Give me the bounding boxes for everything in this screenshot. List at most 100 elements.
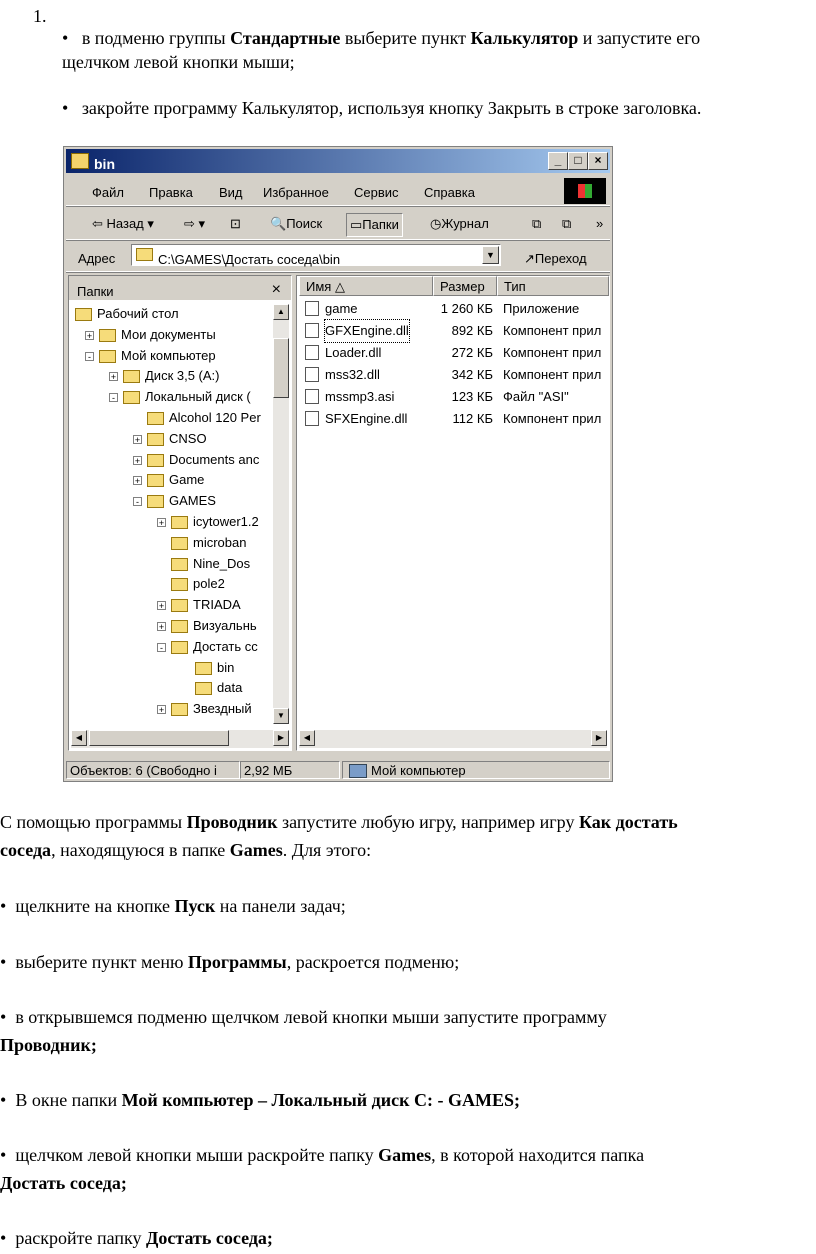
bold-run: Пуск bbox=[174, 896, 216, 916]
file-icon bbox=[305, 345, 319, 360]
move-to-icon[interactable]: ⧉ bbox=[532, 213, 541, 235]
maximize-button[interactable]: □ bbox=[568, 152, 588, 170]
file-row[interactable]: game 1 260 КБ Приложение bbox=[297, 298, 609, 320]
status-location: Мой компьютер bbox=[342, 761, 610, 779]
menu-tools[interactable]: Сервис bbox=[354, 181, 399, 205]
tree-item-label: Documents anc bbox=[169, 451, 260, 467]
expand-icon[interactable]: + bbox=[157, 518, 166, 528]
folder-icon bbox=[171, 620, 188, 633]
menu-file[interactable]: Файл bbox=[92, 181, 124, 205]
up-folder-icon[interactable]: ⊡ bbox=[230, 213, 241, 235]
scroll-right-icon[interactable]: ▶ bbox=[273, 730, 289, 746]
menu-view[interactable]: Вид bbox=[219, 181, 243, 205]
collapse-icon[interactable]: - bbox=[157, 642, 166, 652]
expand-icon[interactable]: + bbox=[85, 330, 94, 340]
tree-item-label: Локальный диск ( bbox=[145, 389, 251, 405]
intro-bullet-1: • в подменю группы Стандартные выберите … bbox=[62, 26, 700, 50]
go-button[interactable]: ↗Переход bbox=[524, 247, 587, 271]
back-button[interactable]: ⇦ Назад ▾ bbox=[92, 213, 154, 235]
step-5: • щелчком левой кнопки мыши раскройте па… bbox=[0, 1143, 644, 1167]
bold-run: Games bbox=[229, 840, 283, 860]
tree-item-label: bin bbox=[217, 659, 235, 675]
folders-pane: Папки × Рабочий стол + Мои документы - Мой к… bbox=[68, 275, 292, 751]
folder-icon bbox=[171, 536, 188, 550]
expand-icon[interactable]: + bbox=[157, 705, 166, 715]
step-3: • в открывшемся подменю щелчком левой кн… bbox=[0, 1005, 607, 1029]
expand-icon[interactable]: + bbox=[133, 476, 142, 486]
file-row[interactable]: mssmp3.asi 123 КБ Файл "ASI" bbox=[297, 386, 609, 408]
bullet-mark: • bbox=[0, 952, 7, 972]
file-row[interactable]: Loader.dll 272 КБ Компонент прил bbox=[297, 342, 609, 364]
scroll-down-icon[interactable]: ▼ bbox=[273, 708, 289, 724]
bullet-mark: • bbox=[62, 98, 69, 118]
text-run: в открывшемся подменю щелчком левой кноп… bbox=[15, 1007, 607, 1027]
bold-run: Достать соседа; bbox=[0, 1173, 127, 1193]
file-row[interactable]: mss32.dll 342 КБ Компонент прил bbox=[297, 364, 609, 386]
more-icon[interactable]: » bbox=[596, 213, 603, 235]
collapse-icon[interactable]: - bbox=[133, 497, 142, 507]
expand-icon[interactable]: + bbox=[133, 434, 142, 444]
address-input[interactable]: C:\GAMES\Достать соседа\bin ▼ bbox=[131, 244, 501, 267]
file-row[interactable]: SFXEngine.dll 112 КБ Компонент прил bbox=[297, 408, 609, 430]
text-run: раскройте папку bbox=[15, 1228, 147, 1248]
copy-to-icon[interactable]: ⧉ bbox=[562, 213, 571, 235]
bold-run: Проводник; bbox=[0, 1035, 97, 1055]
column-header-type[interactable]: Тип bbox=[497, 276, 609, 296]
scroll-right-icon[interactable]: ▶ bbox=[591, 730, 607, 746]
tree-item-label: Мой компьютер bbox=[121, 347, 216, 363]
folder-icon bbox=[195, 682, 212, 696]
folder-icon bbox=[136, 248, 153, 261]
scroll-thumb[interactable] bbox=[89, 730, 229, 746]
step-1: • щелкните на кнопке Пуск на панели зада… bbox=[0, 894, 346, 918]
file-type: Файл "ASI" bbox=[503, 389, 569, 404]
menu-help[interactable]: Справка bbox=[424, 181, 475, 205]
forward-arrow-icon[interactable]: ⇨ ▾ bbox=[184, 213, 205, 235]
tree-item-label: Рабочий стол bbox=[97, 306, 179, 321]
column-header-name[interactable]: Имя △ bbox=[299, 276, 433, 296]
horizontal-scrollbar[interactable]: ◀ ▶ bbox=[71, 730, 289, 748]
scroll-up-icon[interactable]: ▲ bbox=[273, 304, 289, 320]
expand-icon[interactable]: + bbox=[109, 372, 118, 382]
chevron-down-icon[interactable]: ▼ bbox=[482, 246, 499, 264]
text-run: , раскроется подменю; bbox=[286, 952, 460, 972]
journal-label: Журнал bbox=[441, 216, 489, 231]
text-run: . Для этого: bbox=[282, 840, 372, 860]
collapse-icon[interactable]: - bbox=[109, 393, 118, 403]
file-type: Компонент прил bbox=[503, 345, 602, 360]
horizontal-scrollbar[interactable]: ◀ ▶ bbox=[299, 730, 607, 748]
scroll-thumb[interactable] bbox=[273, 338, 289, 398]
text-run: запустите любую игру, например игру bbox=[277, 812, 579, 832]
status-location-label: Мой компьютер bbox=[371, 763, 466, 778]
file-size: 123 КБ bbox=[451, 389, 493, 404]
minimize-button[interactable]: _ bbox=[548, 152, 568, 170]
tree-item-label: Nine_Dos bbox=[193, 555, 251, 571]
expand-icon[interactable]: + bbox=[157, 601, 166, 611]
search-button[interactable]: 🔍Поиск bbox=[270, 213, 322, 235]
step-4: • В окне папки Мой компьютер – Локальный… bbox=[0, 1088, 520, 1112]
menu-edit[interactable]: Правка bbox=[149, 181, 193, 205]
close-icon[interactable]: × bbox=[272, 278, 281, 302]
bullet-mark: • bbox=[0, 1145, 7, 1165]
window-title: bin bbox=[94, 156, 115, 172]
folders-label: Папки bbox=[362, 217, 399, 232]
files-pane: Имя △ Размер Тип game 1 260 КБ Приложение G… bbox=[296, 275, 610, 751]
scroll-left-icon[interactable]: ◀ bbox=[71, 730, 87, 746]
journal-button[interactable]: ◷Журнал bbox=[430, 213, 489, 235]
expand-icon[interactable]: + bbox=[133, 455, 142, 465]
vertical-scrollbar[interactable]: ▲ ▼ bbox=[273, 304, 289, 724]
computer-icon bbox=[349, 764, 367, 778]
column-name-label: Имя bbox=[306, 279, 332, 294]
file-name: game bbox=[325, 301, 358, 316]
expand-icon[interactable]: + bbox=[157, 622, 166, 632]
folders-button[interactable]: ▭Папки bbox=[346, 213, 403, 237]
column-header-size[interactable]: Размер bbox=[433, 276, 497, 296]
bullet-mark: • bbox=[62, 28, 69, 48]
folder-icon bbox=[123, 391, 140, 405]
file-size: 892 КБ bbox=[451, 323, 493, 338]
file-row[interactable]: GFXEngine.dll 892 КБ Компонент прил bbox=[297, 319, 609, 343]
collapse-icon[interactable]: - bbox=[85, 351, 94, 361]
close-button[interactable]: × bbox=[588, 152, 608, 170]
scroll-left-icon[interactable]: ◀ bbox=[299, 730, 315, 746]
step-2: • выберите пункт меню Программы, раскрое… bbox=[0, 950, 459, 974]
menu-favorites[interactable]: Избранное bbox=[263, 181, 329, 205]
